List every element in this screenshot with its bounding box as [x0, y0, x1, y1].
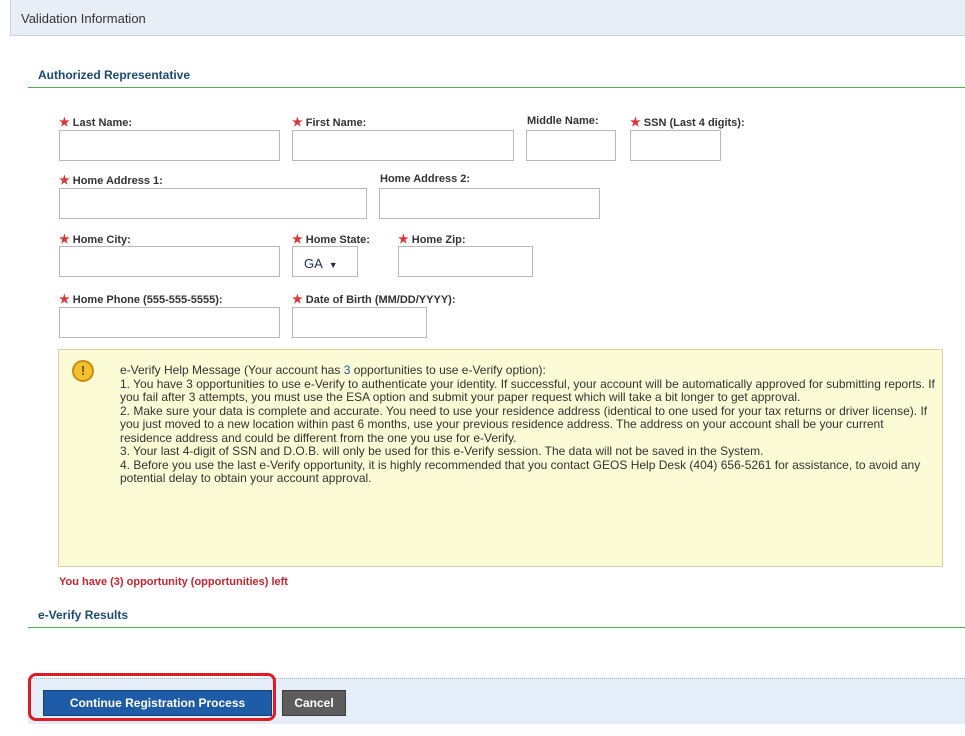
middle-name-input[interactable]	[526, 130, 616, 161]
middle-name-label: Middle Name:	[527, 115, 599, 127]
dob-input[interactable]	[292, 307, 427, 338]
header-title: Validation Information	[21, 11, 146, 26]
help-item: 1. You have 3 opportunities to use e-Ver…	[120, 376, 935, 404]
home-state-select[interactable]: GA ▼	[292, 246, 358, 277]
required-asterisk-icon: ★	[59, 173, 70, 187]
highlight-annotation	[28, 673, 276, 721]
home-address1-input[interactable]	[59, 188, 367, 219]
cancel-button[interactable]: Cancel	[282, 690, 346, 716]
required-asterisk-icon: ★	[292, 232, 303, 246]
home-city-input[interactable]	[59, 246, 280, 277]
e-verify-help-text: e-Verify Help Message (Your account has …	[120, 363, 935, 486]
required-asterisk-icon: ★	[292, 292, 303, 306]
section-divider	[28, 87, 965, 88]
home-zip-label: ★ Home Zip:	[398, 232, 466, 246]
home-phone-input[interactable]	[59, 307, 280, 338]
home-state-label: ★ Home State:	[292, 232, 370, 246]
authorized-representative-title: Authorized Representative	[38, 68, 191, 82]
required-asterisk-icon: ★	[398, 232, 409, 246]
caret-down-icon: ▼	[328, 260, 338, 270]
validation-header: Validation Information	[10, 0, 965, 36]
required-asterisk-icon: ★	[292, 115, 303, 129]
home-address2-input[interactable]	[379, 188, 600, 219]
home-state-value: GA	[304, 256, 323, 271]
required-asterisk-icon: ★	[59, 292, 70, 306]
warning-icon: !	[72, 360, 94, 382]
help-intro: e-Verify Help Message (Your account has …	[120, 363, 546, 377]
section-divider	[28, 627, 965, 628]
remaining-opportunities-message: You have (3) opportunity (opportunities)…	[59, 576, 288, 588]
first-name-label: ★ First Name:	[292, 115, 367, 129]
first-name-input[interactable]	[292, 130, 514, 161]
last-name-input[interactable]	[59, 130, 280, 161]
dob-label: ★ Date of Birth (MM/DD/YYYY):	[292, 292, 456, 306]
home-address1-label: ★ Home Address 1:	[59, 173, 163, 187]
e-verify-results-title: e-Verify Results	[38, 608, 129, 622]
home-phone-label: ★ Home Phone (555-555-5555):	[59, 292, 223, 306]
ssn-label: ★ SSN (Last 4 digits):	[630, 115, 745, 129]
required-asterisk-icon: ★	[59, 232, 70, 246]
help-item: 4. Before you use the last e-Verify oppo…	[120, 457, 921, 485]
last-name-label: ★ Last Name:	[59, 115, 133, 129]
home-city-label: ★ Home City:	[59, 232, 131, 246]
home-zip-input[interactable]	[398, 246, 533, 277]
help-item: 2. Make sure your data is complete and a…	[120, 403, 928, 445]
help-item: 3. Your last 4-digit of SSN and D.O.B. w…	[120, 444, 764, 458]
required-asterisk-icon: ★	[59, 115, 70, 129]
ssn-input[interactable]	[630, 130, 721, 161]
home-address2-label: Home Address 2:	[380, 173, 471, 185]
required-asterisk-icon: ★	[630, 115, 641, 129]
